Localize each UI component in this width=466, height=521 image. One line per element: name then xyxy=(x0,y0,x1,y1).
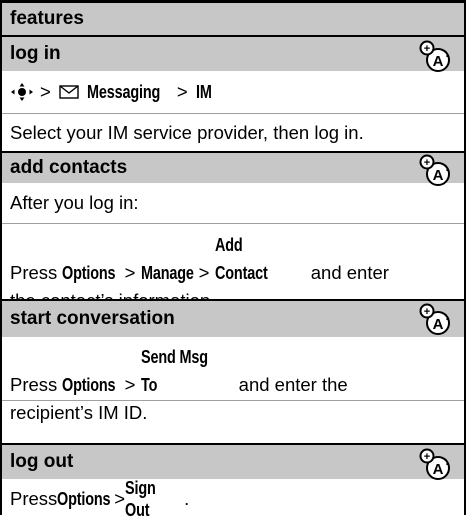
section-title: log out xyxy=(10,451,74,472)
instruction-text: Press Options > Manage > Add Contact and… xyxy=(2,223,464,311)
section-header-log-out: log out + A xyxy=(2,443,464,480)
svg-text:+: + xyxy=(424,157,430,169)
section-title: start conversation xyxy=(10,308,175,329)
options-key: Options xyxy=(62,262,116,283)
svg-text:+: + xyxy=(424,451,430,463)
svg-text:A: A xyxy=(433,167,444,184)
network-feature-icon: + A xyxy=(419,448,450,480)
section-header-log-in: log in + A xyxy=(2,35,464,72)
features-table: features log in + A > Messaging > IM Sel… xyxy=(0,0,466,520)
menu-item-sign-out: Sign Out xyxy=(125,476,156,520)
options-key: Options xyxy=(57,487,111,509)
svg-text:A: A xyxy=(433,53,444,70)
nav-key-icon xyxy=(11,83,33,101)
instruction-text: After you log in: xyxy=(10,192,139,213)
menu-item-send-msg-to: Send Msg To xyxy=(140,346,208,395)
menu-item-add-contact: Add Contact xyxy=(214,234,268,283)
svg-text:A: A xyxy=(433,316,444,333)
instruction-text: Press Options > Send Msg To and enter th… xyxy=(2,337,464,423)
network-feature-icon: + A xyxy=(419,40,450,72)
nav-path: > Messaging > IM xyxy=(2,71,464,113)
options-key: Options xyxy=(62,374,116,395)
menu-item-manage: Manage xyxy=(140,262,194,283)
section-title: add contacts xyxy=(10,157,128,178)
svg-text:+: + xyxy=(424,306,430,318)
nav-separator: > xyxy=(40,81,51,102)
section-title: log in xyxy=(10,43,61,64)
instruction-text: Press Options > Sign Out. xyxy=(10,476,190,520)
section-header-add-contacts: add contacts + A xyxy=(2,151,464,186)
instruction-text: Select your IM service provider, then lo… xyxy=(2,113,464,151)
table-title: features xyxy=(10,8,84,29)
table-header: features xyxy=(2,3,464,35)
network-feature-icon: + A xyxy=(419,303,450,335)
svg-text:A: A xyxy=(433,461,444,478)
svg-text:+: + xyxy=(424,43,430,55)
menu-item-im: IM xyxy=(195,81,212,102)
menu-item-messaging: Messaging xyxy=(86,81,160,102)
nav-separator: > xyxy=(176,81,188,102)
section-header-start-conversation: start conversation + A xyxy=(2,299,464,337)
divider xyxy=(2,400,464,401)
envelope-icon xyxy=(59,85,79,99)
